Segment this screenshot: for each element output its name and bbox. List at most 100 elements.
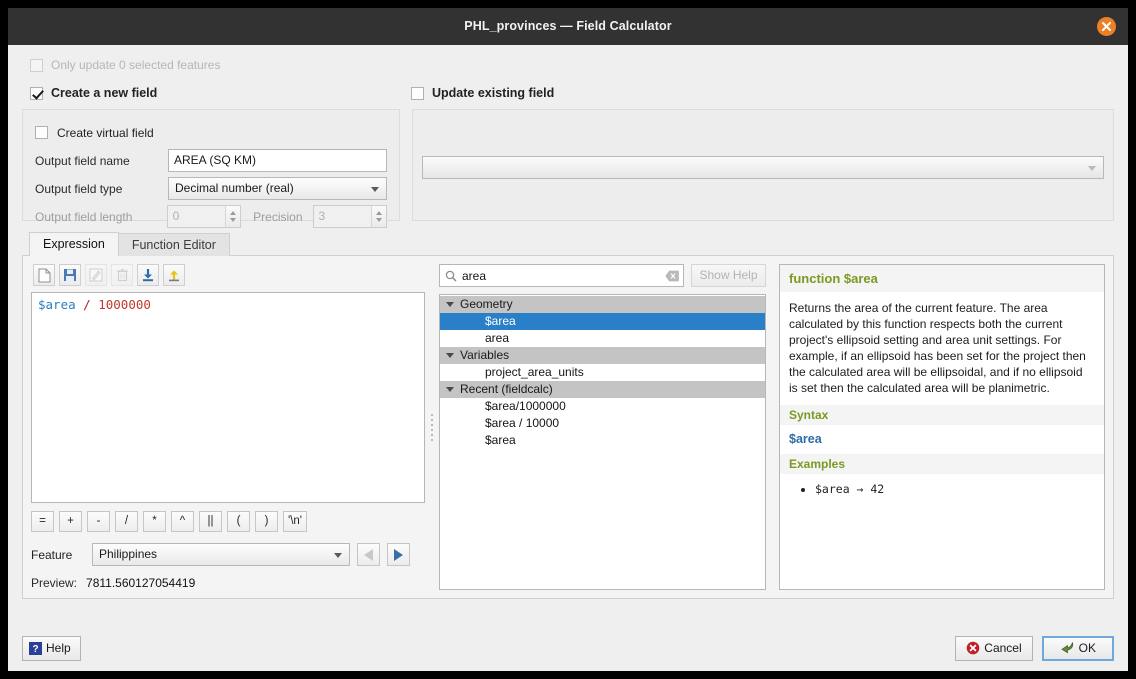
create-virtual-field-label: Create virtual field [57,126,154,140]
search-icon [445,270,457,282]
chevron-down-icon[interactable] [443,353,457,358]
update-existing-field-checkbox[interactable] [411,87,424,100]
tree-item-project-area-units[interactable]: project_area_units [440,364,765,381]
import-expressions-icon[interactable] [137,264,159,286]
search-input[interactable]: area [439,264,684,287]
panel-splitter[interactable] [425,264,439,590]
tree-item-area-field[interactable]: area [440,330,765,347]
operator-newline[interactable]: '\n' [283,511,307,532]
help-button-label: Help [46,641,71,655]
preview-row: Preview: 7811.560127054419 [31,576,425,590]
tab-function-editor[interactable]: Function Editor [118,233,230,256]
preview-value: 7811.560127054419 [86,576,195,590]
chevron-down-icon [371,187,379,192]
output-field-name-row: Output field name AREA (SQ KM) [35,148,387,173]
new-expression-icon[interactable] [33,264,55,286]
only-update-selected-checkbox[interactable] [30,59,43,72]
expression-token-number: 1000000 [98,297,151,312]
save-expression-icon[interactable] [59,264,81,286]
expression-tab-panel: $area / 1000000 = + - / * ^ || ( ) '\n' … [22,256,1114,599]
operator-equals[interactable]: = [31,511,54,532]
only-update-selected-label: Only update 0 selected features [51,58,220,72]
feature-selector-row: Feature Philippines [31,543,425,566]
next-feature-button[interactable] [387,543,410,566]
clear-icon[interactable] [665,270,679,282]
arrow-left-icon [364,549,373,561]
function-tree[interactable]: Geometry $area area Variables project_ar… [439,294,766,590]
operator-plus[interactable]: + [59,511,82,532]
footer-actions: Cancel OK [955,636,1114,661]
precision-stepper[interactable]: 3 [313,205,387,228]
tree-item-area-function[interactable]: $area [440,313,765,330]
tree-item-recent-1[interactable]: $area/1000000 [440,398,765,415]
operator-multiply[interactable]: * [143,511,166,532]
help-example-item: $area → 42 [815,482,1095,496]
update-existing-field-panel [412,109,1114,221]
create-new-field-panel: Create virtual field Output field name A… [22,109,400,221]
ok-button[interactable]: OK [1042,636,1114,661]
tree-group-label: Variables [457,347,509,364]
export-expressions-icon[interactable] [163,264,185,286]
operator-minus[interactable]: - [87,511,110,532]
help-panel: function $area Returns the area of the c… [779,264,1105,590]
operator-concat[interactable]: || [199,511,222,532]
create-new-field-label: Create a new field [51,86,157,100]
edit-expression-icon [85,264,107,286]
help-syntax-heading: Syntax [780,405,1104,425]
precision-stepper-arrows[interactable] [371,206,386,227]
precision-value: 3 [319,209,326,223]
output-field-type-row: Output field type Decimal number (real) [35,176,387,201]
expression-token-operator: / [76,297,99,312]
cancel-button[interactable]: Cancel [955,636,1032,661]
title-bar: PHL_provinces — Field Calculator [8,8,1128,45]
update-existing-field-select[interactable] [422,156,1104,179]
update-existing-field-row[interactable]: Update existing field [400,83,554,103]
create-new-field-checkbox[interactable] [30,87,43,100]
tree-item-recent-2[interactable]: $area / 10000 [440,415,765,432]
update-field-select-wrap [422,156,1104,179]
create-virtual-field-row[interactable]: Create virtual field [35,120,387,145]
output-field-type-value: Decimal number (real) [175,181,294,195]
help-button[interactable]: ? Help [22,636,81,661]
delete-expression-icon [111,264,133,286]
operator-open-paren[interactable]: ( [227,511,250,532]
operator-button-row: = + - / * ^ || ( ) '\n' [31,511,425,532]
search-value: area [457,269,665,283]
only-update-selected-row[interactable]: Only update 0 selected features [22,54,1114,76]
window-title: PHL_provinces — Field Calculator [8,8,1128,45]
create-virtual-field-checkbox[interactable] [35,126,48,139]
tree-group-variables[interactable]: Variables [440,347,765,364]
update-existing-field-label: Update existing field [432,86,554,100]
feature-select[interactable]: Philippines [92,543,350,566]
create-new-field-row[interactable]: Create a new field [22,83,400,103]
dialog-footer: ? Help Cancel OK [8,625,1128,671]
operator-close-paren[interactable]: ) [255,511,278,532]
output-field-type-label: Output field type [35,182,168,196]
expression-toolbar [31,264,425,286]
check-arrow-icon [1060,641,1075,655]
output-field-length-row: Output field length 0 Precision 3 [35,204,387,229]
close-icon[interactable] [1097,17,1116,36]
operator-power[interactable]: ^ [171,511,194,532]
tab-expression[interactable]: Expression [29,232,119,256]
search-row: area Show Help [439,264,766,287]
chevron-down-icon[interactable] [443,387,457,392]
splitter-grip-icon [431,414,433,441]
tab-bar: Expression Function Editor [22,232,1114,256]
tree-group-geometry[interactable]: Geometry [440,296,765,313]
chevron-down-icon [1088,166,1096,171]
output-field-length-stepper[interactable]: 0 [167,205,241,228]
arrow-right-icon [394,549,403,561]
chevron-down-icon[interactable] [443,302,457,307]
svg-text:?: ? [32,644,38,655]
output-field-name-input[interactable]: AREA (SQ KM) [168,149,387,172]
operator-divide[interactable]: / [115,511,138,532]
tree-group-recent-fieldcalc[interactable]: Recent (fieldcalc) [440,381,765,398]
previous-feature-button [357,543,380,566]
expression-input[interactable]: $area / 1000000 [31,292,425,503]
tree-item-recent-3[interactable]: $area [440,432,765,449]
output-field-type-select[interactable]: Decimal number (real) [168,177,387,200]
length-stepper-arrows[interactable] [225,206,240,227]
chevron-down-icon [334,553,342,558]
output-field-name-label: Output field name [35,154,168,168]
